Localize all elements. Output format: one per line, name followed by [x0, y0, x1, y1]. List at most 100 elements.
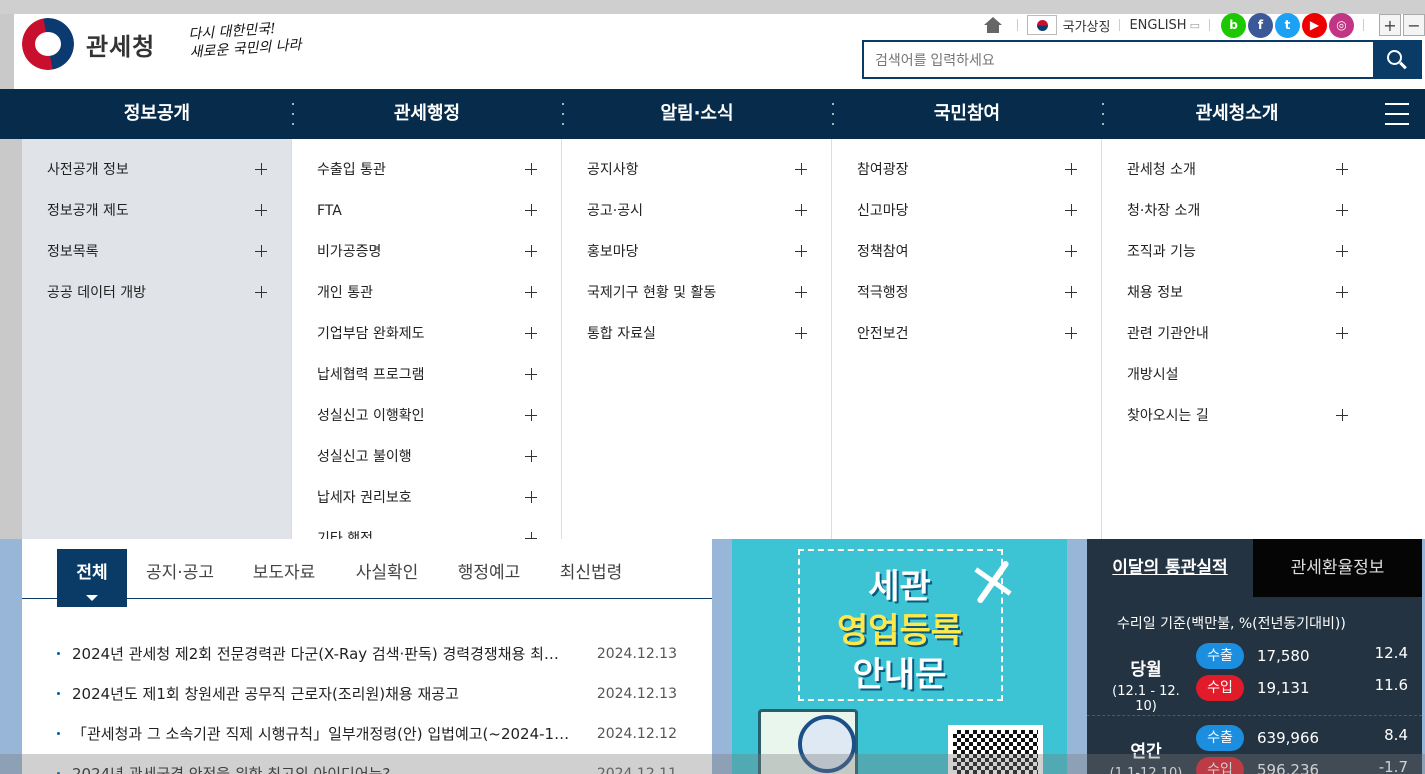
mega-menu-item[interactable]: 공고·공시	[562, 201, 831, 242]
site-logo[interactable]: 관세청	[22, 18, 155, 70]
plus-icon[interactable]	[255, 286, 267, 298]
news-title[interactable]: 2024년 관세청 제2회 전문경력관 다군(X-Ray 검색·판독) 경력경쟁…	[72, 642, 572, 666]
news-item[interactable]: 2024년 관세청 제2회 전문경력관 다군(X-Ray 검색·판독) 경력경쟁…	[57, 642, 677, 682]
plus-icon[interactable]	[795, 327, 807, 339]
plus-icon[interactable]	[525, 409, 537, 421]
blog-icon[interactable]: b	[1221, 12, 1246, 38]
zoom-out-button[interactable]: −	[1403, 14, 1425, 36]
tab-all[interactable]: 전체	[57, 549, 127, 607]
mega-menu-item[interactable]: 참여광장	[832, 160, 1101, 201]
mega-menu-item[interactable]: 채용 정보	[1102, 283, 1372, 324]
mega-menu-label: 수출입 통관	[317, 162, 386, 178]
mega-menu-item[interactable]: 찾아오시는 길	[1102, 406, 1372, 447]
plus-icon[interactable]	[525, 286, 537, 298]
tab-notice[interactable]: 공지·공고	[140, 549, 220, 607]
plus-icon[interactable]	[525, 368, 537, 380]
gnb-customs-admin[interactable]: 관세행정	[292, 89, 562, 139]
all-menu-icon[interactable]	[1385, 103, 1409, 125]
twitter-icon[interactable]: t	[1275, 12, 1300, 38]
plus-icon[interactable]	[1336, 204, 1348, 216]
plus-icon[interactable]	[525, 491, 537, 503]
home-icon[interactable]	[983, 17, 1002, 33]
mega-menu-item[interactable]: 안전보건	[832, 324, 1101, 365]
mega-menu-item[interactable]: 정보공개 제도	[22, 201, 291, 242]
mega-menu-item[interactable]: 관세청 소개	[1102, 160, 1372, 201]
mega-menu-item[interactable]: 개인 통관	[292, 283, 561, 324]
plus-icon[interactable]	[1065, 163, 1077, 175]
gnb-about[interactable]: 관세청소개	[1102, 89, 1372, 139]
tab-press[interactable]: 보도자료	[244, 549, 324, 607]
plus-icon[interactable]	[525, 327, 537, 339]
plus-icon[interactable]	[1065, 327, 1077, 339]
facebook-icon[interactable]: f	[1248, 12, 1273, 38]
tab-exchange-rate[interactable]: 관세환율정보	[1253, 539, 1422, 597]
mega-menu-item[interactable]: 공공 데이터 개방	[22, 283, 291, 324]
news-title[interactable]: 2024년도 제1회 창원세관 공무직 근로자(조리원)채용 재공고	[72, 682, 572, 706]
plus-icon[interactable]	[255, 163, 267, 175]
plus-icon[interactable]	[525, 245, 537, 257]
plus-icon[interactable]	[1065, 245, 1077, 257]
mega-menu-item[interactable]: 기업부담 완화제도	[292, 324, 561, 365]
mega-column-info: 사전공개 정보 정보공개 제도 정보목록 공공 데이터 개방	[22, 139, 292, 539]
mega-menu-item[interactable]: 관련 기관안내	[1102, 324, 1372, 365]
promo-banner[interactable]: 세관 영업등록 안내문	[732, 539, 1067, 774]
mega-menu-item[interactable]: 정책참여	[832, 242, 1101, 283]
mega-menu-label: 성실신고 불이행	[317, 449, 412, 465]
plus-icon[interactable]	[1336, 163, 1348, 175]
instagram-icon[interactable]: ◎	[1329, 12, 1354, 38]
plus-icon[interactable]	[525, 204, 537, 216]
gnb-news[interactable]: 알림·소식	[562, 89, 832, 139]
mega-menu-item[interactable]: 적극행정	[832, 283, 1101, 324]
mega-menu-item[interactable]: 사전공개 정보	[22, 160, 291, 201]
mega-menu-item[interactable]: 공지사항	[562, 160, 831, 201]
tab-fact-check[interactable]: 사실확인	[347, 549, 427, 607]
plus-icon[interactable]	[1336, 286, 1348, 298]
mega-menu-item[interactable]: 정보목록	[22, 242, 291, 283]
plus-icon[interactable]	[1336, 409, 1348, 421]
plus-icon[interactable]	[795, 286, 807, 298]
mega-menu-item[interactable]: 국제기구 현황 및 활동	[562, 283, 831, 324]
plus-icon[interactable]	[1336, 245, 1348, 257]
mega-menu-item[interactable]: FTA	[292, 201, 561, 242]
news-item[interactable]: 2024년도 제1회 창원세관 공무직 근로자(조리원)채용 재공고 2024.1…	[57, 682, 677, 722]
tab-monthly-trade[interactable]: 이달의 통관실적	[1087, 539, 1253, 597]
mega-menu-label: 적극행정	[857, 285, 909, 301]
gnb-info-disclosure[interactable]: 정보공개	[22, 89, 292, 139]
tab-latest-laws[interactable]: 최신법령	[550, 549, 632, 607]
national-symbol-link[interactable]: 국가상징	[1063, 16, 1111, 35]
mega-menu-item[interactable]: 홍보마당	[562, 242, 831, 283]
news-title[interactable]: 「관세청과 그 소속기관 직제 시행규칙」일부개정령(안) 입법예고(~2024…	[72, 722, 572, 746]
mega-menu-item[interactable]: 수출입 통관	[292, 160, 561, 201]
mega-menu-item[interactable]: 청·차장 소개	[1102, 201, 1372, 242]
plus-icon[interactable]	[795, 245, 807, 257]
plus-icon[interactable]	[255, 204, 267, 216]
search-box	[862, 40, 1422, 79]
plus-icon[interactable]	[795, 204, 807, 216]
mega-menu-item[interactable]: 납세협력 프로그램	[292, 365, 561, 406]
mega-menu-item[interactable]: 비가공증명	[292, 242, 561, 283]
plus-icon[interactable]	[1065, 204, 1077, 216]
plus-icon[interactable]	[1336, 327, 1348, 339]
search-button[interactable]	[1373, 42, 1420, 77]
mega-menu-item[interactable]: 개방시설	[1102, 365, 1372, 406]
youtube-icon[interactable]: ▶	[1302, 12, 1327, 38]
plus-icon[interactable]	[525, 450, 537, 462]
plus-icon[interactable]	[255, 245, 267, 257]
mega-menu-label: 공고·공시	[587, 203, 643, 219]
gnb-participation[interactable]: 국민참여	[832, 89, 1102, 139]
mega-menu-item[interactable]: 납세자 권리보호	[292, 488, 561, 529]
search-input[interactable]	[864, 42, 1373, 77]
mega-menu-item[interactable]: 통합 자료실	[562, 324, 831, 365]
plus-icon[interactable]	[1065, 286, 1077, 298]
plus-icon[interactable]	[795, 163, 807, 175]
news-date: 2024.12.13	[596, 686, 677, 702]
mega-menu-item[interactable]: 성실신고 이행확인	[292, 406, 561, 447]
mega-column-participation: 참여광장 신고마당 정책참여적극행정안전보건	[832, 139, 1102, 539]
tab-admin-notice[interactable]: 행정예고	[448, 549, 530, 607]
mega-menu-item[interactable]: 신고마당	[832, 201, 1101, 242]
zoom-in-button[interactable]: +	[1379, 14, 1401, 36]
english-link[interactable]: ENGLISH	[1129, 18, 1186, 33]
plus-icon[interactable]	[525, 163, 537, 175]
mega-menu-item[interactable]: 성실신고 불이행	[292, 447, 561, 488]
mega-menu-item[interactable]: 조직과 기능	[1102, 242, 1372, 283]
